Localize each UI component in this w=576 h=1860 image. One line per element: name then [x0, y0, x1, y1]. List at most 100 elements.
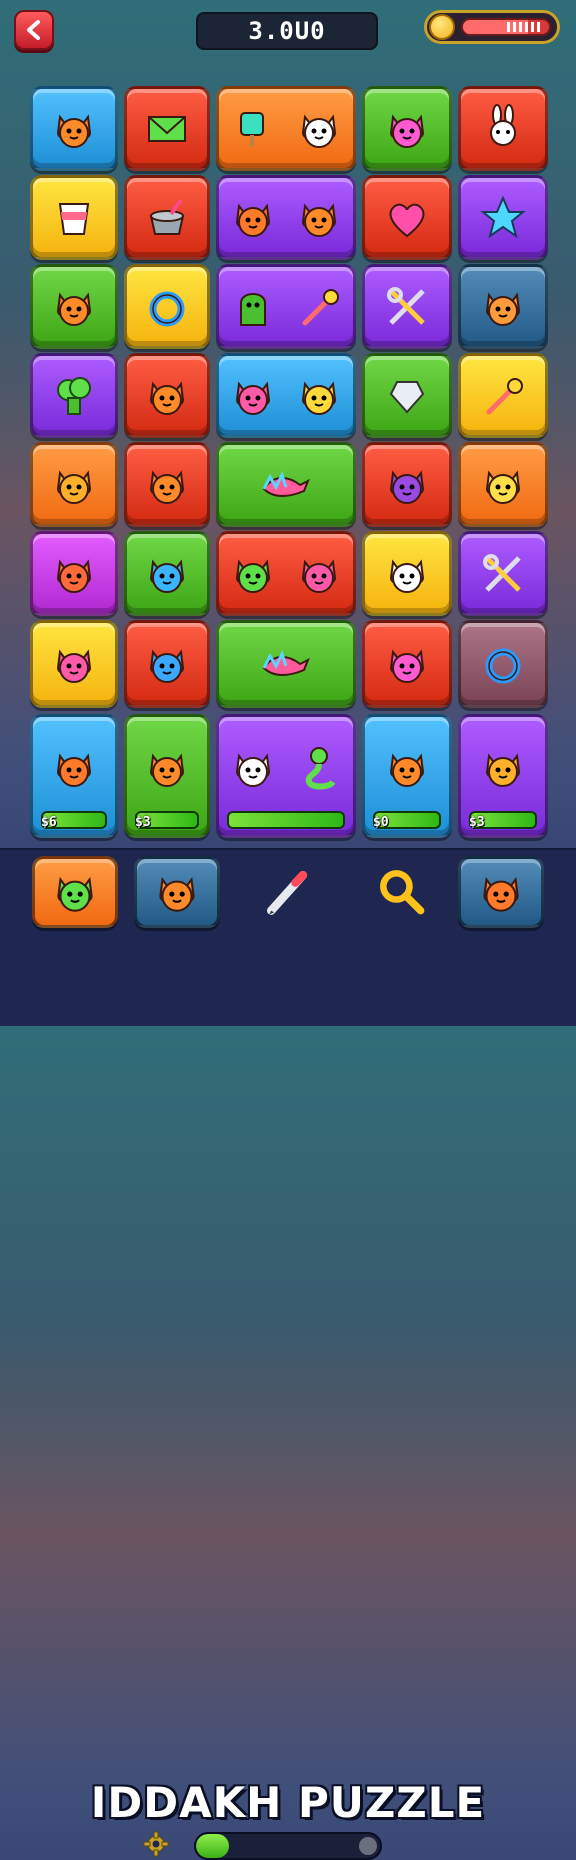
tile-icons: [141, 638, 193, 690]
tile-icons: [227, 742, 345, 794]
tile-r3-c4[interactable]: [458, 353, 548, 438]
top-bar: 3.0U0: [0, 0, 576, 56]
tile-r3-c2[interactable]: [216, 353, 356, 438]
tile-r1-c0[interactable]: [30, 175, 118, 260]
tile-r0-c1[interactable]: [124, 86, 210, 171]
pencil-tool-button[interactable]: [258, 856, 318, 928]
diamond-squid-icon: [389, 380, 425, 414]
tile-r6-c4[interactable]: [458, 620, 548, 708]
tile-r2-c4[interactable]: [458, 264, 548, 349]
tile-icons: [477, 638, 529, 690]
tile-r2-c1[interactable]: [124, 264, 210, 349]
tile-icons: [141, 103, 193, 155]
donut-icon: [485, 648, 521, 684]
tile-r5-c1[interactable]: [124, 531, 210, 616]
tile-r1-c2[interactable]: [216, 175, 356, 260]
bear-face-icon: [485, 291, 521, 326]
tile-icons: [48, 638, 100, 690]
tile-icons: [260, 459, 312, 511]
game-title: IDDAKH PUZZLE: [90, 1778, 486, 1827]
tile-r0-c2[interactable]: [216, 86, 356, 171]
gear-icon[interactable]: [142, 1830, 170, 1858]
tile-r1-c3[interactable]: [362, 175, 452, 260]
tile-icons: [141, 192, 193, 244]
tile-r4-c3[interactable]: [362, 442, 452, 527]
tile-r7-c4[interactable]: $3: [458, 714, 548, 838]
green-blob-icon: [57, 876, 93, 912]
energy-ticks: [507, 22, 543, 32]
tile-icons: [48, 548, 100, 600]
tile-r2-c0[interactable]: [30, 264, 118, 349]
cat-face-icon: [149, 380, 185, 415]
tile-r5-c4[interactable]: [458, 531, 548, 616]
bottom-dock: IDDAKH PUZZLE: [0, 848, 576, 1860]
tile-r5-c2[interactable]: [216, 531, 356, 616]
tile-icons: [141, 548, 193, 600]
tile-r1-c1[interactable]: [124, 175, 210, 260]
tile-r6-c3[interactable]: [362, 620, 452, 708]
magnifier-tool-button[interactable]: [372, 856, 432, 928]
orange-creature-icon: [483, 876, 519, 912]
white-cat-face-icon: [301, 113, 337, 148]
tile-icons: [227, 192, 345, 244]
tile-icons: [477, 281, 529, 333]
tile-r7-c2[interactable]: [216, 714, 356, 838]
tile-r5-c3[interactable]: [362, 531, 452, 616]
tile-r3-c3[interactable]: [362, 353, 452, 438]
tile-icons: [477, 742, 529, 794]
tile-icons: [477, 370, 529, 422]
smiley-face-icon: [485, 469, 521, 504]
tile-r4-c0[interactable]: [30, 442, 118, 527]
tile-r6-c1[interactable]: [124, 620, 210, 708]
tile-r2-c3[interactable]: [362, 264, 452, 349]
tile-r3-c0[interactable]: [30, 353, 118, 438]
level-progress-bar: [194, 1832, 382, 1860]
tile-r3-c1[interactable]: [124, 353, 210, 438]
tile-r0-c4[interactable]: [458, 86, 548, 171]
back-button[interactable]: [14, 10, 54, 50]
purple-cat-face-icon: [389, 469, 425, 504]
star-icon: [480, 194, 526, 238]
tile-r5-c0[interactable]: [30, 531, 118, 616]
energy-track: [461, 18, 551, 36]
sun-face-icon: [485, 753, 521, 787]
spiky-creature-icon: [389, 113, 425, 148]
tile-icons: [381, 192, 433, 244]
tile-r6-c2[interactable]: [216, 620, 356, 708]
crossed-swords-icon: [483, 553, 521, 592]
sun-face-icon: [56, 469, 92, 504]
cat-lollipop-icon: [149, 469, 185, 504]
tile-r2-c2[interactable]: [216, 264, 356, 349]
tile-r7-c3[interactable]: $0: [362, 714, 452, 838]
tile-icons: [227, 370, 345, 422]
cat-face-icon: [389, 753, 425, 787]
green-blob-icon: [235, 558, 271, 593]
chevron-left-icon: [27, 20, 40, 40]
tile-icons: [141, 370, 193, 422]
tile-icons: [477, 548, 529, 600]
dock-slot-1[interactable]: [134, 856, 220, 928]
tile-r1-c4[interactable]: [458, 175, 548, 260]
fox-face-icon: [235, 202, 271, 237]
tile-r7-c0[interactable]: $6: [30, 714, 118, 838]
tile-icons: [381, 638, 433, 690]
broccoli-icon: [57, 376, 91, 415]
bunny-icon: [490, 103, 516, 146]
feather-bird-icon: [262, 470, 310, 497]
tile-r0-c0[interactable]: [30, 86, 118, 171]
dock-slot-4[interactable]: [458, 856, 544, 928]
tile-r4-c1[interactable]: [124, 442, 210, 527]
tile-icons: [48, 742, 100, 794]
dock-slot-0[interactable]: [32, 856, 118, 928]
tile-icons: [141, 459, 193, 511]
tile-r4-c2[interactable]: [216, 442, 356, 527]
score-display: 3.0U0: [196, 12, 378, 50]
tile-r4-c4[interactable]: [458, 442, 548, 527]
tile-r0-c3[interactable]: [362, 86, 452, 171]
popsicle-block-icon: [240, 111, 264, 147]
tile-r7-c1[interactable]: $3: [124, 714, 210, 838]
star-face-icon: [56, 558, 92, 593]
cat-face-icon: [149, 753, 185, 787]
tile-icons: [48, 459, 100, 511]
tile-r6-c0[interactable]: [30, 620, 118, 708]
